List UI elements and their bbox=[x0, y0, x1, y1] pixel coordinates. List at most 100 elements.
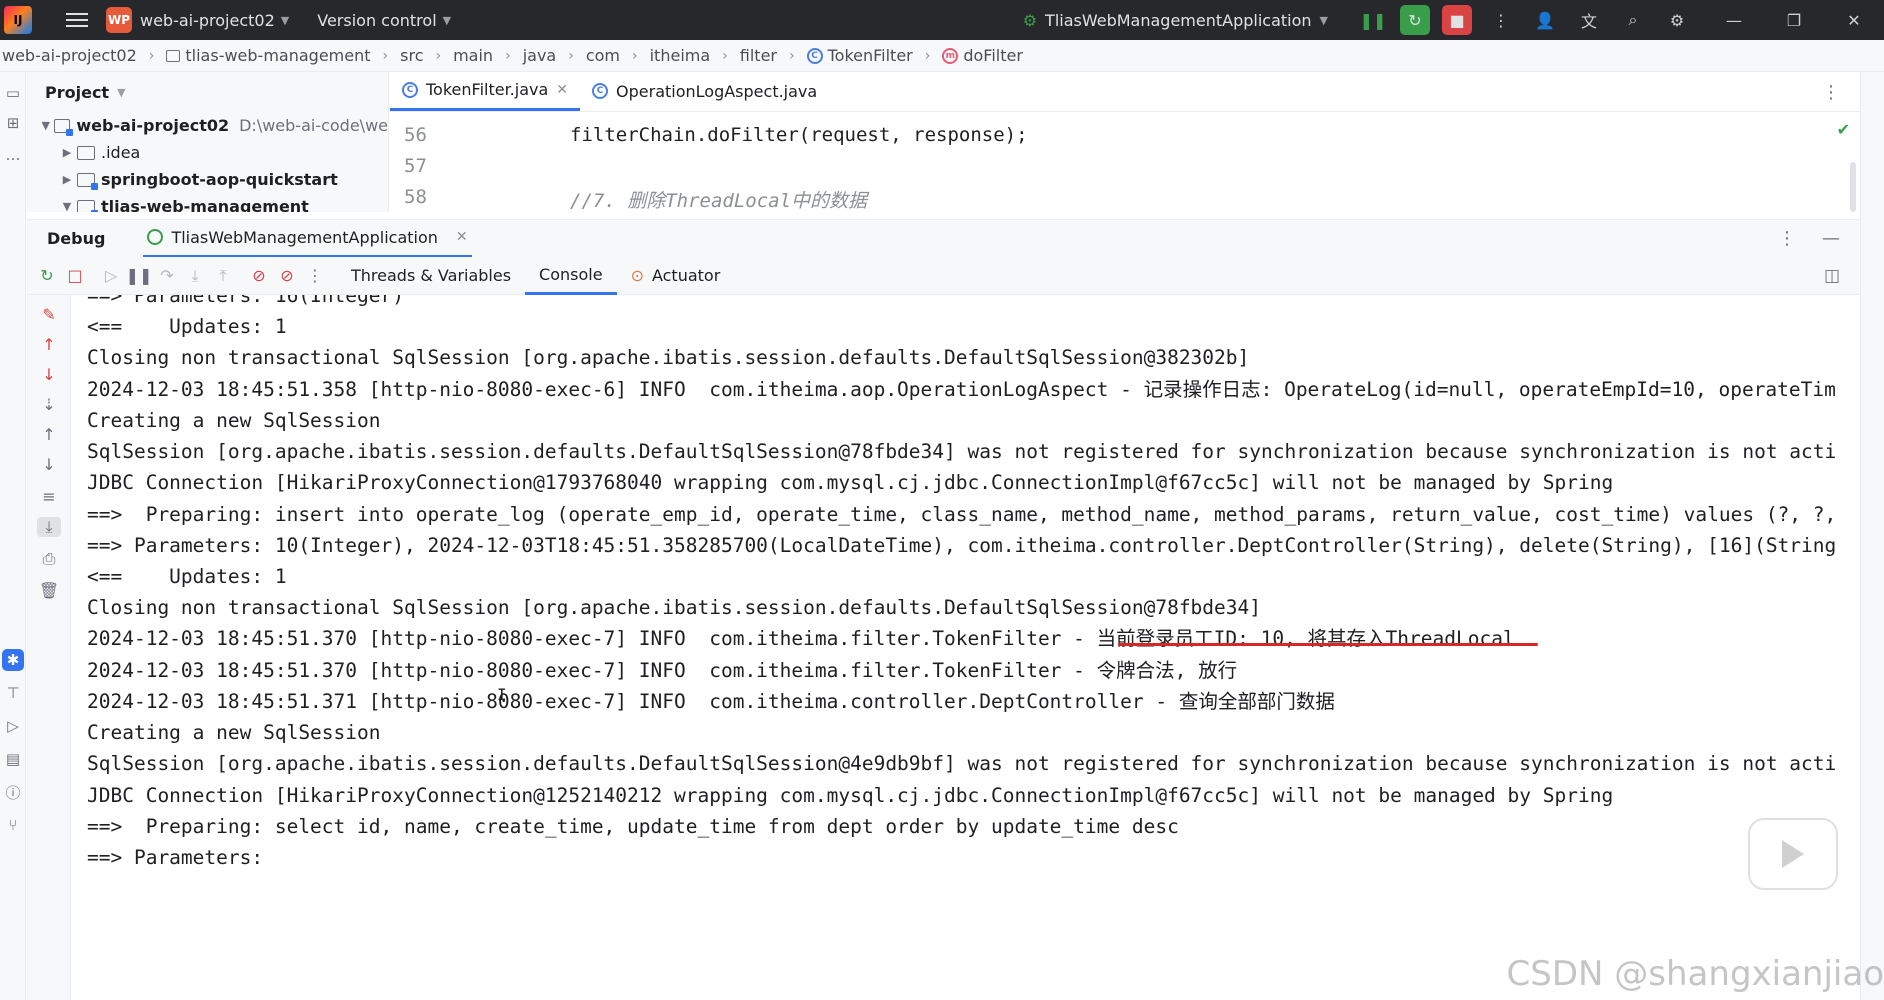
console-line: 2024-12-03 18:45:51.371 [http-nio-8080-e… bbox=[87, 690, 1335, 713]
project-folder-icon[interactable]: ▭ bbox=[2, 82, 24, 104]
method-icon: m bbox=[942, 47, 959, 64]
folder-icon bbox=[77, 145, 95, 160]
debug-toolbar: ↻ □ ▷ ❚❚ ↷ ⤓ ⤒ ⊘ ⊘ ⋮ Threads & Variables… bbox=[27, 257, 1860, 295]
chevron-down-icon[interactable]: ▼ bbox=[37, 119, 54, 132]
stop-button[interactable]: ■ bbox=[1442, 5, 1472, 35]
close-tab-icon[interactable]: ✕ bbox=[556, 82, 568, 98]
structure-icon[interactable]: ⊞ bbox=[2, 112, 24, 134]
vcs-menu[interactable]: Version control ▼ bbox=[317, 11, 451, 30]
problems-icon[interactable]: ⓘ bbox=[2, 781, 24, 803]
step-into-icon[interactable]: ⤓ bbox=[181, 266, 209, 286]
module-folder-icon bbox=[77, 172, 98, 190]
console-line: SqlSession [org.apache.ibatis.session.de… bbox=[87, 752, 1837, 775]
tab-actuator[interactable]: ⊙ Actuator bbox=[617, 257, 735, 295]
class-icon: C bbox=[592, 83, 609, 99]
layout-settings-icon[interactable]: ◫ bbox=[1824, 266, 1840, 286]
tab-console[interactable]: Console bbox=[525, 257, 617, 295]
build-hammer-icon[interactable]: ⊤ bbox=[2, 682, 24, 704]
breadcrumb-item[interactable]: java bbox=[523, 46, 557, 65]
services-icon[interactable]: ▷ bbox=[2, 715, 24, 737]
print-icon[interactable]: ⎙ bbox=[37, 549, 61, 569]
git-icon[interactable]: ⑂ bbox=[2, 814, 24, 836]
tab-operation-log-aspect[interactable]: C OperationLogAspect.java bbox=[580, 72, 829, 111]
debug-session-tab[interactable]: TliasWebManagementApplication ✕ bbox=[143, 220, 472, 258]
breadcrumb-item[interactable]: tlias-web-management bbox=[166, 46, 371, 65]
more-options-icon[interactable]: ⋮ bbox=[1778, 228, 1796, 249]
breadcrumb-item[interactable]: filter bbox=[740, 46, 777, 65]
console-output[interactable]: ==> Parameters: 16(Integer) <== Updates:… bbox=[72, 295, 1860, 1000]
console-line: Closing non transactional SqlSession [or… bbox=[87, 596, 1261, 619]
video-play-icon[interactable] bbox=[1748, 818, 1838, 890]
scroll-down-icon[interactable]: ↓ bbox=[37, 455, 61, 474]
project-switcher[interactable]: web-ai-project02 ▼ bbox=[140, 11, 289, 30]
breadcrumb-item[interactable]: main bbox=[453, 46, 493, 65]
tree-item[interactable]: ▼ tlias-web-management bbox=[27, 193, 388, 212]
chevron-right-icon[interactable]: ▶ bbox=[57, 146, 77, 159]
close-window-icon[interactable]: ✕ bbox=[1824, 11, 1884, 30]
code-area[interactable]: 56 57 58 filterChain.doFilter(request, r… bbox=[390, 112, 1860, 212]
debug-bug-icon[interactable]: ✱ bbox=[2, 649, 24, 671]
left-tool-strip: ▭ ⊞ … ✱ ⊤ ▷ ▤ ⓘ ⑂ bbox=[0, 72, 26, 1000]
pause-icon[interactable]: ❚❚ bbox=[125, 266, 153, 285]
more-debug-actions-icon[interactable]: ⋮ bbox=[301, 266, 329, 285]
watermark: CSDN @shangxianjiao bbox=[1506, 954, 1884, 994]
stop-icon[interactable]: □ bbox=[61, 266, 89, 285]
resume-icon[interactable]: ▷ bbox=[97, 266, 125, 285]
chevron-right-icon[interactable]: ▶ bbox=[57, 173, 77, 186]
restore-icon[interactable]: ❐ bbox=[1764, 11, 1824, 30]
trash-icon[interactable]: 🗑 bbox=[37, 581, 61, 600]
chevron-right-icon: › bbox=[568, 47, 574, 64]
clear-pen-icon[interactable]: ✎ bbox=[37, 305, 61, 324]
line-gutter: 56 57 58 bbox=[390, 112, 470, 212]
more-tabs-icon[interactable]: ⋮ bbox=[1822, 82, 1840, 103]
project-panel-header[interactable]: Project ▼ bbox=[27, 72, 388, 112]
spring-app-icon: ⚙ bbox=[1022, 10, 1038, 30]
view-breakpoints-icon[interactable]: ⊘ bbox=[245, 266, 273, 285]
more-tools-icon[interactable]: … bbox=[2, 144, 24, 166]
step-out-icon[interactable]: ⤒ bbox=[209, 266, 237, 286]
up-stack-frame-icon[interactable]: ↑ bbox=[37, 335, 61, 354]
terminal-icon[interactable]: ▤ bbox=[2, 748, 24, 770]
debug-panel-header: Debug TliasWebManagementApplication ✕ ⋮ … bbox=[27, 219, 1860, 258]
run-config-selector[interactable]: ⚙ TliasWebManagementApplication ▼ bbox=[1023, 11, 1328, 30]
soft-wrap-icon[interactable]: ≡ bbox=[37, 487, 61, 506]
search-icon[interactable]: ⌕ bbox=[1616, 10, 1650, 30]
scroll-up-icon[interactable]: ↑ bbox=[37, 425, 61, 444]
settings-gear-icon[interactable]: ⚙ bbox=[1660, 11, 1694, 30]
minimize-panel-icon[interactable]: — bbox=[1822, 228, 1840, 249]
pause-icon[interactable]: ❚❚ bbox=[1358, 5, 1388, 35]
sort-icon[interactable]: ⇣ bbox=[37, 395, 61, 414]
translate-icon[interactable]: 文 bbox=[1572, 8, 1606, 32]
rerun-icon[interactable]: ↻ bbox=[33, 266, 61, 285]
tree-item[interactable]: ▶ springboot-aop-quickstart bbox=[27, 166, 388, 193]
close-session-icon[interactable]: ✕ bbox=[456, 229, 468, 245]
breadcrumb-item[interactable]: src bbox=[400, 46, 423, 65]
chevron-down-icon[interactable]: ▼ bbox=[57, 200, 77, 212]
chevron-right-icon: › bbox=[435, 47, 442, 64]
project-panel: Project ▼ ▼ web-ai-project02 D:\web-ai-c… bbox=[27, 72, 389, 212]
tree-item[interactable]: ▶ .idea bbox=[27, 139, 388, 166]
tab-token-filter[interactable]: C TokenFilter.java ✕ bbox=[390, 72, 581, 111]
rerun-debug-button[interactable]: ↻ bbox=[1400, 5, 1430, 35]
breadcrumb-item[interactable]: web-ai-project02 bbox=[2, 46, 137, 65]
console-line: <== Updates: 1 bbox=[87, 565, 287, 588]
scroll-to-end-icon[interactable]: ⤓ bbox=[37, 517, 61, 537]
console-line: JDBC Connection [HikariProxyConnection@1… bbox=[87, 471, 1614, 494]
mute-breakpoints-icon[interactable]: ⊘ bbox=[273, 266, 301, 285]
console-line: SqlSession [org.apache.ibatis.session.de… bbox=[87, 440, 1837, 463]
spring-app-icon bbox=[147, 229, 164, 245]
tree-item[interactable]: ▼ web-ai-project02 D:\web-ai-code\we bbox=[27, 112, 388, 139]
add-user-icon[interactable]: 👤 bbox=[1528, 11, 1562, 30]
breadcrumb-item[interactable]: com bbox=[586, 46, 620, 65]
breadcrumb-item[interactable]: C TokenFilter bbox=[806, 46, 913, 65]
down-stack-frame-icon[interactable]: ↓ bbox=[37, 365, 61, 384]
tab-threads-variables[interactable]: Threads & Variables bbox=[337, 257, 525, 295]
breadcrumb-item[interactable]: m doFilter bbox=[942, 46, 1023, 65]
step-over-icon[interactable]: ↷ bbox=[153, 266, 181, 285]
minimize-icon[interactable]: — bbox=[1704, 11, 1764, 30]
main-menu-icon[interactable] bbox=[66, 13, 88, 27]
more-actions-icon[interactable]: ⋮ bbox=[1484, 11, 1518, 30]
breadcrumb-item[interactable]: itheima bbox=[650, 46, 711, 65]
vertical-scrollbar[interactable] bbox=[1850, 162, 1856, 212]
console-line: 2024-12-03 18:45:51.358 [http-nio-8080-e… bbox=[87, 378, 1836, 401]
